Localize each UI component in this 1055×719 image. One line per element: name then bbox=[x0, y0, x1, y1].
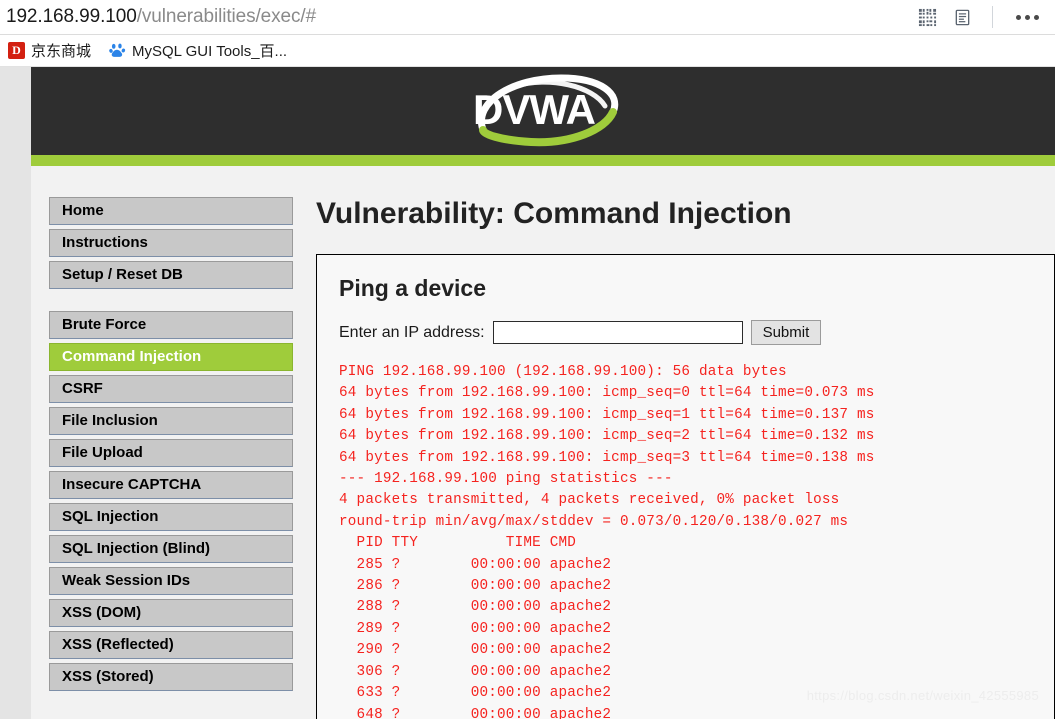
sidebar-item-setup-reset-db[interactable]: Setup / Reset DB bbox=[49, 261, 293, 289]
qr-code-icon[interactable] bbox=[914, 4, 940, 30]
sidebar-item-xss-dom[interactable]: XSS (DOM) bbox=[49, 599, 293, 627]
command-output: PING 192.168.99.100 (192.168.99.100): 56… bbox=[339, 364, 875, 719]
sidebar-item-xss-reflected[interactable]: XSS (Reflected) bbox=[49, 631, 293, 659]
chrome-actions bbox=[914, 4, 1045, 30]
sidebar: Home Instructions Setup / Reset DB Brute… bbox=[31, 197, 293, 719]
sidebar-item-csrf[interactable]: CSRF bbox=[49, 375, 293, 403]
sidebar-item-insecure-captcha[interactable]: Insecure CAPTCHA bbox=[49, 471, 293, 499]
page-viewport: DVWA Home Instructions Setup / Reset DB … bbox=[0, 67, 1055, 719]
baidu-favicon-icon bbox=[109, 42, 127, 59]
sidebar-item-weak-session-ids[interactable]: Weak Session IDs bbox=[49, 567, 293, 595]
sidebar-item-brute-force[interactable]: Brute Force bbox=[49, 311, 293, 339]
bookmark-label: MySQL GUI Tools_百... bbox=[132, 43, 288, 60]
sidebar-item-file-inclusion[interactable]: File Inclusion bbox=[49, 407, 293, 435]
sidebar-item-xss-stored[interactable]: XSS (Stored) bbox=[49, 663, 293, 691]
panel-title: Ping a device bbox=[339, 275, 487, 301]
reading-view-icon[interactable] bbox=[949, 4, 975, 30]
sidebar-item-instructions[interactable]: Instructions bbox=[49, 229, 293, 257]
address-bar[interactable]: 192.168.99.100/vulnerabilities/exec/# bbox=[0, 0, 1055, 35]
chrome-divider bbox=[992, 6, 993, 28]
bookmark-label: 京东商城 bbox=[31, 43, 92, 60]
accent-bar bbox=[31, 155, 1055, 166]
url-text[interactable]: 192.168.99.100/vulnerabilities/exec/# bbox=[4, 6, 914, 28]
page-title: Vulnerability: Command Injection bbox=[316, 197, 792, 230]
sidebar-item-command-injection[interactable]: Command Injection bbox=[49, 343, 293, 371]
more-options-icon[interactable] bbox=[1010, 14, 1045, 20]
svg-text:DVWA: DVWA bbox=[473, 86, 596, 133]
bookmark-item-mysql-gui-tools[interactable]: MySQL GUI Tools_百... bbox=[109, 40, 287, 61]
url-host: 192.168.99.100 bbox=[6, 6, 137, 27]
ping-form: Enter an IP address: Submit bbox=[339, 320, 1032, 345]
dvwa-logo: DVWA bbox=[453, 72, 633, 150]
ping-panel: Ping a device Enter an IP address: Submi… bbox=[316, 254, 1055, 719]
submit-button[interactable]: Submit bbox=[750, 320, 822, 345]
browser-chrome: 192.168.99.100/vulnerabilities/exec/# D … bbox=[0, 0, 1055, 67]
ip-address-input[interactable] bbox=[492, 321, 743, 344]
sidebar-item-file-upload[interactable]: File Upload bbox=[49, 439, 293, 467]
jd-favicon-icon: D bbox=[8, 42, 25, 59]
sidebar-group-vulnerabilities: Brute Force Command Injection CSRF File … bbox=[49, 311, 293, 691]
sidebar-item-sql-injection-blind[interactable]: SQL Injection (Blind) bbox=[49, 535, 293, 563]
main-content: Vulnerability: Command Injection Ping a … bbox=[293, 197, 1055, 719]
dvwa-page: DVWA Home Instructions Setup / Reset DB … bbox=[31, 67, 1055, 719]
ip-address-label: Enter an IP address: bbox=[339, 323, 485, 341]
page-body: Home Instructions Setup / Reset DB Brute… bbox=[31, 166, 1055, 719]
url-path: /vulnerabilities/exec/# bbox=[136, 6, 317, 27]
sidebar-item-home[interactable]: Home bbox=[49, 197, 293, 225]
bookmark-item-jd[interactable]: D 京东商城 bbox=[8, 40, 91, 61]
site-header: DVWA bbox=[31, 67, 1055, 155]
bookmarks-bar: D 京东商城 MySQL GUI Tools_百... bbox=[0, 35, 1055, 67]
sidebar-group-main: Home Instructions Setup / Reset DB bbox=[49, 197, 293, 289]
sidebar-item-sql-injection[interactable]: SQL Injection bbox=[49, 503, 293, 531]
